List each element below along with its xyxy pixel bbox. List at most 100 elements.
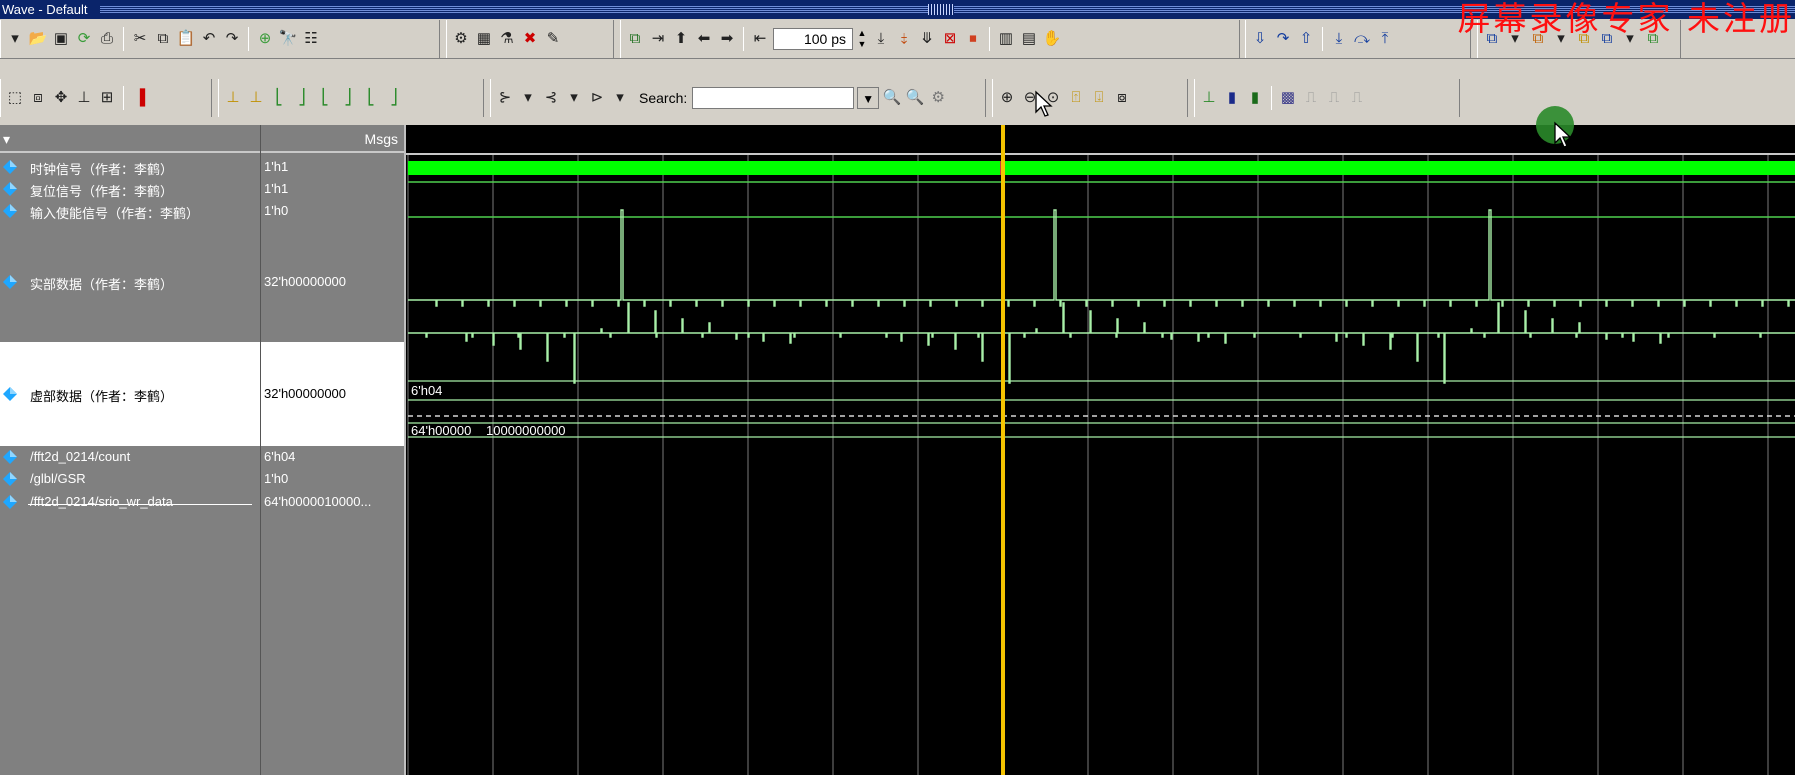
- zoom-box-icon[interactable]: ⧈: [28, 88, 48, 108]
- signal-row[interactable]: /fft2d_0214/count: [0, 446, 260, 468]
- find-icon[interactable]: 🔭: [278, 29, 298, 49]
- reload-icon[interactable]: ⟳: [74, 29, 94, 49]
- signal-value[interactable]: 32'h00000000: [261, 222, 404, 342]
- next-falling-icon[interactable]: ⎦: [338, 88, 358, 108]
- step-into-all-icon[interactable]: ⤓: [1329, 29, 1349, 49]
- break-run-icon[interactable]: ⊠: [940, 29, 960, 49]
- prev-falling-icon[interactable]: ⎣: [315, 88, 335, 108]
- zoom-range-icon[interactable]: ⍗: [1089, 88, 1109, 108]
- waveform-canvas[interactable]: 6'h04 64'h00000 10000000000: [406, 125, 1795, 775]
- prev-rising-icon[interactable]: ⎣: [361, 88, 381, 108]
- zoom-in-icon[interactable]: ⊕: [997, 88, 1017, 108]
- search-dropdown-icon[interactable]: ▼: [857, 87, 880, 109]
- layout-icon[interactable]: ⧉: [625, 29, 645, 49]
- zoom-last-icon[interactable]: ⧇: [1112, 88, 1132, 108]
- move-icon[interactable]: ✥: [51, 88, 71, 108]
- signal-row[interactable]: 虚部数据（作者：李鹤）: [0, 342, 260, 446]
- signal-diamond-icon[interactable]: [3, 387, 17, 401]
- run-icon[interactable]: ⤓: [871, 29, 891, 49]
- wave-falling-icon[interactable]: ⎍: [1324, 88, 1344, 108]
- signal-row[interactable]: 复位信号（作者：李鹤）: [0, 178, 260, 200]
- paste-icon[interactable]: 📋: [176, 29, 196, 49]
- hand-icon[interactable]: ✋: [1042, 29, 1062, 49]
- insert-cursor-icon[interactable]: ⊥: [223, 88, 243, 108]
- split-icon[interactable]: ⊥: [74, 88, 94, 108]
- wave-rising-icon[interactable]: ⎍: [1301, 88, 1321, 108]
- prev-edge-icon[interactable]: ⎣: [269, 88, 289, 108]
- insert-icon[interactable]: ⇥: [648, 29, 668, 49]
- next-rising-icon[interactable]: ⎦: [384, 88, 404, 108]
- search-next-icon[interactable]: 🔍: [905, 88, 925, 108]
- signal-diamond-icon[interactable]: [3, 182, 17, 196]
- run-all-icon[interactable]: ⤋: [917, 29, 937, 49]
- cut-icon[interactable]: ✂: [130, 29, 150, 49]
- dropdown-arrow-icon[interactable]: ▾: [610, 88, 630, 108]
- run-length-input[interactable]: 100 ps: [773, 28, 853, 50]
- stop-icon[interactable]: ⏹: [963, 29, 983, 49]
- dropdown-arrow-icon[interactable]: ▾: [5, 29, 25, 49]
- forward-arrow-icon[interactable]: ➡: [717, 29, 737, 49]
- signal-value-pane[interactable]: Msgs 1'h1 1'h1 1'h0 32'h00000000 32'h0000000…: [261, 125, 404, 775]
- edit-icon[interactable]: ✎: [543, 29, 563, 49]
- step-over-icon[interactable]: ↷: [1273, 29, 1293, 49]
- signal-diamond-icon[interactable]: [3, 160, 17, 174]
- time-cursor[interactable]: [1001, 125, 1005, 775]
- compile-all-icon[interactable]: ▦: [474, 29, 494, 49]
- chevron-down-icon[interactable]: ▾: [3, 131, 10, 147]
- signal-name-pane[interactable]: ▾ 时钟信号（作者：李鹤） 复位信号（作者：李鹤） 输入使能信号（作者：李鹤） 实部数…: [0, 125, 260, 775]
- step-over-all-icon[interactable]: ⤼: [1352, 29, 1372, 49]
- msgs-column-header[interactable]: Msgs: [261, 125, 404, 153]
- format-icon[interactable]: ☷: [301, 29, 321, 49]
- signal-value[interactable]: 1'h0: [261, 200, 404, 222]
- signal-diamond-icon[interactable]: [3, 450, 17, 464]
- save-icon[interactable]: ▣: [51, 29, 71, 49]
- signal-value[interactable]: 6'h04: [261, 446, 404, 468]
- step-into-icon[interactable]: ⇩: [1250, 29, 1270, 49]
- run-length-spinner[interactable]: ▲ ▼: [856, 28, 868, 50]
- up-arrow-icon[interactable]: ⬆: [671, 29, 691, 49]
- search-prev-icon[interactable]: 🔍: [882, 88, 902, 108]
- wave-grid-icon[interactable]: ▩: [1278, 88, 1298, 108]
- open-folder-icon[interactable]: 📂: [28, 29, 48, 49]
- search-input[interactable]: [692, 87, 855, 109]
- zoom-cursor-icon[interactable]: ⍐: [1066, 88, 1086, 108]
- signal-value[interactable]: 1'h0: [261, 468, 404, 490]
- signal-row[interactable]: 实部数据（作者：李鹤）: [0, 222, 260, 342]
- title-grip[interactable]: [928, 4, 954, 15]
- dropdown-arrow-icon[interactable]: ▾: [518, 88, 538, 108]
- signal-diamond-icon[interactable]: [3, 204, 17, 218]
- color-icon[interactable]: ▐: [130, 88, 150, 108]
- signal-diamond-icon[interactable]: [3, 275, 17, 289]
- next-edge-icon[interactable]: ⎦: [292, 88, 312, 108]
- simulate-icon[interactable]: ⚗: [497, 29, 517, 49]
- memory-icon[interactable]: ▤: [1019, 29, 1039, 49]
- combine-icon[interactable]: ⊞: [97, 88, 117, 108]
- search-options-icon[interactable]: ⚙: [928, 88, 948, 108]
- expand-icon[interactable]: ⊱: [495, 88, 515, 108]
- redo-icon[interactable]: ↷: [222, 29, 242, 49]
- signal-value[interactable]: 64'h0000010000...: [261, 490, 404, 514]
- restart-icon[interactable]: ⇤: [750, 29, 770, 49]
- dropdown-arrow-icon[interactable]: ▾: [564, 88, 584, 108]
- name-column-header[interactable]: ▾: [0, 125, 260, 153]
- signal-row[interactable]: /glbl/GSR: [0, 468, 260, 490]
- wave-edge-icon[interactable]: ⎍: [1347, 88, 1367, 108]
- wave-full-icon[interactable]: ▮: [1245, 88, 1265, 108]
- signal-diamond-icon[interactable]: [3, 472, 17, 486]
- signal-row[interactable]: /fft2d_0214/srio_wr_data: [0, 490, 260, 514]
- wave-fill-icon[interactable]: ▮: [1222, 88, 1242, 108]
- dataflow-icon[interactable]: ▥: [996, 29, 1016, 49]
- signal-diamond-icon[interactable]: [3, 495, 17, 509]
- signal-value[interactable]: 1'h1: [261, 156, 404, 178]
- add-icon[interactable]: ⊕: [255, 29, 275, 49]
- undo-icon[interactable]: ↶: [199, 29, 219, 49]
- delete-cursor-icon[interactable]: ⊥: [246, 88, 266, 108]
- back-arrow-icon[interactable]: ⬅: [694, 29, 714, 49]
- select-icon[interactable]: ⬚: [5, 88, 25, 108]
- print-icon[interactable]: ⎙: [97, 29, 117, 49]
- filter-icon[interactable]: ⊳: [587, 88, 607, 108]
- signal-row[interactable]: 输入使能信号（作者：李鹤）: [0, 200, 260, 222]
- compile-icon[interactable]: ⚙: [451, 29, 471, 49]
- copy-icon[interactable]: ⧉: [153, 29, 173, 49]
- signal-value[interactable]: 32'h00000000: [261, 342, 404, 446]
